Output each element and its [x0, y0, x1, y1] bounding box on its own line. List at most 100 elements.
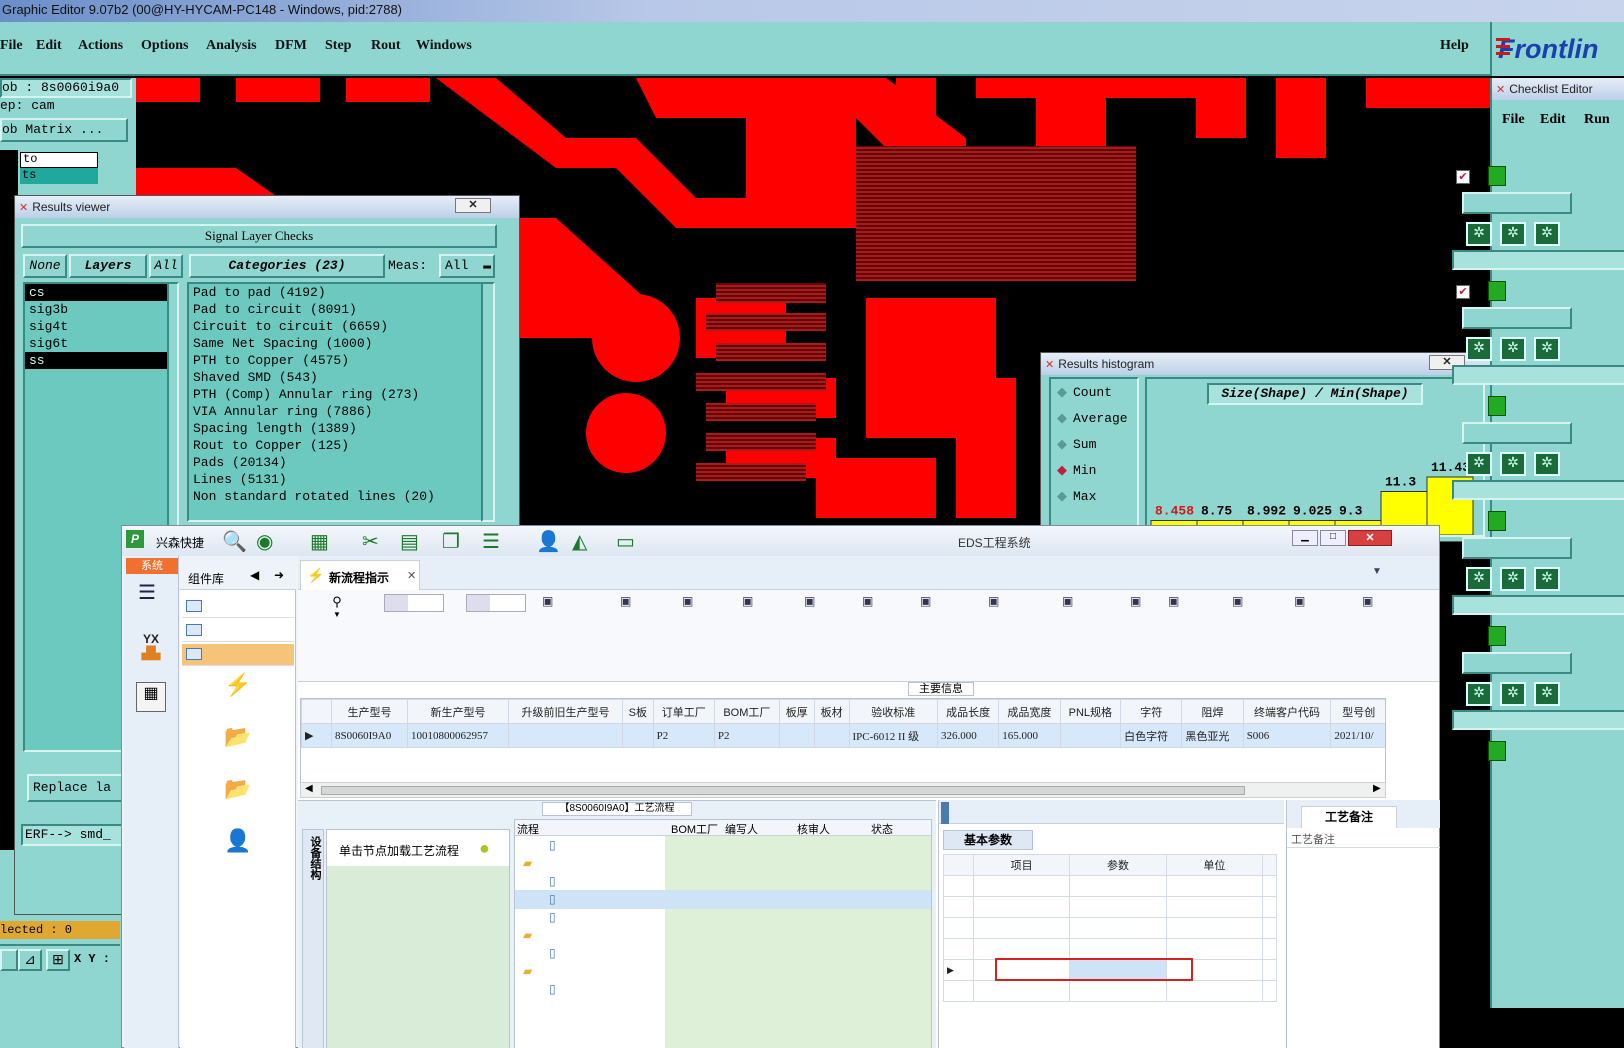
- measure-icon[interactable]: ⊿: [18, 949, 42, 971]
- grid-cell[interactable]: P2: [713, 723, 780, 748]
- check-action-icon[interactable]: [1488, 281, 1506, 301]
- ribbon-button[interactable]: ▣: [682, 594, 693, 608]
- run-icon[interactable]: ✲: [1534, 222, 1560, 246]
- param-column-header[interactable]: 参数: [1069, 854, 1167, 876]
- ribbon-button[interactable]: ▣: [1130, 594, 1141, 608]
- ribbon-button[interactable]: ▣: [988, 594, 999, 608]
- category-item[interactable]: Same Net Spacing (1000): [189, 335, 485, 352]
- grid-icon[interactable]: ⊞: [46, 949, 70, 971]
- grid-column-header[interactable]: 验收标准: [848, 699, 938, 724]
- run-icon[interactable]: ✲: [1466, 567, 1492, 591]
- menu-help[interactable]: Help: [1440, 38, 1469, 54]
- grid-cell[interactable]: 326.000: [936, 723, 1000, 748]
- category-item[interactable]: Spacing length (1389): [189, 420, 485, 437]
- check-action-icon[interactable]: [1488, 511, 1506, 531]
- tree-row[interactable]: ▯: [515, 890, 931, 909]
- table-icon[interactable]: ▦: [310, 529, 329, 554]
- histogram-option[interactable]: ◆ Min: [1057, 463, 1096, 478]
- parameters-button[interactable]: [1462, 192, 1572, 214]
- run-icon[interactable]: ✲: [1500, 567, 1526, 591]
- check-icon[interactable]: ✔: [1456, 170, 1470, 184]
- run-icon[interactable]: ✲: [1466, 337, 1492, 361]
- check-icon[interactable]: ✔: [1456, 285, 1470, 299]
- toggle-switch[interactable]: [384, 594, 444, 612]
- check-action-icon[interactable]: [1488, 626, 1506, 646]
- param-row[interactable]: [943, 875, 1277, 897]
- category-item[interactable]: Non standard rotated lines (20): [189, 488, 485, 505]
- run-icon[interactable]: ✲: [1466, 222, 1492, 246]
- param-column-header[interactable]: 单位: [1165, 854, 1264, 876]
- collapse-icon[interactable]: ▼: [1372, 566, 1382, 577]
- layers-button[interactable]: Layers: [69, 254, 147, 278]
- layer-ts-row[interactable]: ts: [20, 168, 98, 184]
- grid-cell[interactable]: [778, 723, 815, 748]
- copy-icon[interactable]: ❐: [442, 529, 460, 554]
- param-value[interactable]: [1069, 917, 1167, 939]
- meas-dropdown[interactable]: All ▬: [439, 254, 495, 278]
- category-item[interactable]: Circuit to circuit (6659): [189, 318, 485, 335]
- basic-params-tab[interactable]: 基本参数: [943, 830, 1033, 850]
- grid-cell[interactable]: 白色字符: [1120, 723, 1183, 748]
- ribbon-button[interactable]: ▣: [742, 594, 753, 608]
- menu-file[interactable]: File: [0, 38, 23, 54]
- run-icon[interactable]: ✲: [1534, 682, 1560, 706]
- param-row[interactable]: [943, 917, 1277, 939]
- side-shortcut[interactable]: ⚡: [180, 672, 296, 722]
- grid-column-header[interactable]: S板: [622, 699, 654, 724]
- side-menu-item[interactable]: [182, 620, 294, 642]
- main-grid-scrollbar[interactable]: ◀ ▶: [300, 782, 1386, 798]
- grid-cell[interactable]: S006: [1242, 723, 1332, 748]
- grid-cell[interactable]: 10010800062957: [407, 723, 509, 748]
- job-matrix-button[interactable]: ob Matrix ...: [0, 118, 128, 142]
- scissors-icon[interactable]: ✂: [362, 529, 379, 554]
- check-action-icon[interactable]: [1488, 166, 1506, 186]
- grid-cell[interactable]: [622, 723, 654, 748]
- side-shortcut[interactable]: 📂: [180, 724, 296, 774]
- parameters-button[interactable]: [1462, 422, 1572, 444]
- check-menu-edit[interactable]: Edit: [1540, 112, 1566, 128]
- grid-cell[interactable]: 2021/10/: [1330, 723, 1385, 748]
- eds-close-button[interactable]: ✕: [1348, 530, 1392, 546]
- parameters-button[interactable]: [1462, 537, 1572, 559]
- layer-item[interactable]: sig3b: [25, 301, 171, 318]
- tab-close-icon[interactable]: ✕: [407, 569, 416, 582]
- param-row[interactable]: [943, 938, 1277, 960]
- run-icon[interactable]: ✲: [1500, 682, 1526, 706]
- run-icon[interactable]: ✲: [1534, 567, 1560, 591]
- ribbon-button[interactable]: ▣: [862, 594, 873, 608]
- chart-icon[interactable]: ◭: [572, 529, 587, 554]
- grid-cell[interactable]: [813, 723, 850, 748]
- category-item[interactable]: Pad to circuit (8091): [189, 301, 485, 318]
- grid-column-header[interactable]: 成品长度: [936, 699, 1000, 724]
- tree-row[interactable]: ▯: [515, 836, 931, 855]
- info-tab[interactable]: [1079, 802, 1087, 824]
- run-icon[interactable]: ✲: [1466, 452, 1492, 476]
- layer-item[interactable]: sig4t: [25, 318, 171, 335]
- grid-cell[interactable]: 黑色亚光: [1181, 723, 1244, 748]
- grid-column-header[interactable]: 新生产型号: [407, 699, 509, 724]
- param-value[interactable]: [1069, 980, 1167, 1002]
- grid-column-header[interactable]: 板厚: [778, 699, 815, 724]
- category-list[interactable]: Pad to pad (4192) Pad to circuit (8091) Ci…: [187, 282, 487, 522]
- scroll-thumb[interactable]: [321, 786, 1245, 795]
- menu-rout[interactable]: Rout: [371, 38, 401, 54]
- ribbon-button[interactable]: ▣: [1062, 594, 1073, 608]
- grid-column-header[interactable]: 板材: [813, 699, 850, 724]
- category-item[interactable]: Pad to pad (4192): [189, 284, 485, 301]
- side-menu-item[interactable]: [182, 596, 294, 618]
- ribbon-button[interactable]: ▣: [920, 594, 931, 608]
- none-button[interactable]: None: [23, 254, 67, 278]
- grid-column-header[interactable]: 阻焊: [1181, 699, 1244, 724]
- erf-field[interactable]: ERF--> smd_: [21, 824, 131, 846]
- ribbon-button[interactable]: ▣: [1168, 594, 1179, 608]
- run-icon[interactable]: ✲: [1500, 222, 1526, 246]
- snap-icon[interactable]: [0, 949, 18, 971]
- info-tab[interactable]: [941, 802, 949, 824]
- category-item[interactable]: PTH to Copper (4575): [189, 352, 485, 369]
- tree-row[interactable]: ▰: [515, 962, 931, 981]
- parameters-button[interactable]: [1462, 652, 1572, 674]
- system-tab[interactable]: 系统: [126, 558, 178, 574]
- run-icon[interactable]: ✲: [1500, 337, 1526, 361]
- parameters-button[interactable]: [1462, 307, 1572, 329]
- params-grid[interactable]: 项目 参数 单位 ▶: [943, 854, 1277, 1048]
